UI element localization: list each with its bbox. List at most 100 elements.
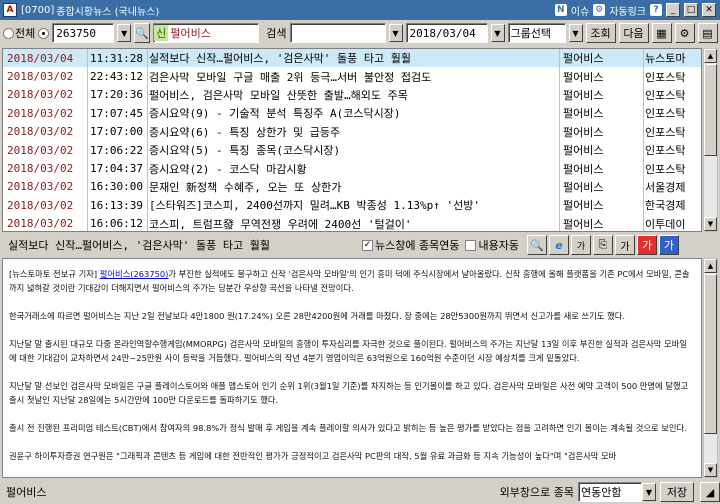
news-row[interactable]: 2018/03/02 22:43:12 검은사막 모바일 구글 매출 2위 등극… [3, 67, 701, 85]
article-paragraph: 한국거래소에 따르면 펄어비스는 지난 2일 전날보다 4만1800 원(17.… [9, 311, 625, 321]
news-n-icon[interactable]: N [554, 4, 567, 16]
article-paragraph: 지난달 말 선보인 검은사막 모바일은 구글 플레이스토어와 애플 앱스토어 인… [9, 381, 689, 405]
news-row[interactable]: 2018/03/02 17:06:22 증시요약(5) - 특징 종목(코스닥시… [3, 141, 701, 159]
save-button[interactable]: 저장 [660, 482, 694, 502]
news-stock: 펄어비스 [563, 107, 604, 121]
copy-icon[interactable]: ⎘ [592, 235, 613, 255]
news-row[interactable]: 2018/03/02 16:13:39 [스타워즈]코스피, 2400선까지 밀… [3, 196, 701, 214]
auto-link-icon[interactable]: ⚙ [593, 4, 606, 16]
news-row[interactable]: 2018/03/04 11:31:28 실적보다 신작…펄어비스, '검은사막'… [3, 49, 701, 68]
auto-content-check-icon[interactable] [465, 239, 477, 251]
stock-code-input[interactable]: 263750 [52, 23, 115, 43]
news-date: 2018/03/02 [7, 217, 74, 231]
link-mode-select[interactable]: 연동안함 [578, 482, 642, 502]
article-header: 실적보다 신작…펄어비스, '검은사막' 돌풍 타고 훨훨 ✓ 뉴스창에 종목연… [0, 234, 720, 256]
scroll-thumb[interactable] [704, 64, 717, 156]
scroll-thumb[interactable] [704, 274, 717, 434]
column-divider [147, 49, 148, 231]
date-input[interactable]: 2018/03/04 [405, 23, 488, 43]
radio-all-dot[interactable] [3, 27, 14, 39]
query-button[interactable]: 조회 [585, 23, 616, 43]
radio-single-dot[interactable] [38, 27, 50, 39]
news-headline[interactable]: [스타워즈]코스피, 2400선까지 밀려…KB 박종성 1.13%p↑ '선방… [147, 197, 559, 213]
news-headline[interactable]: 코스피, 트럼프發 무역전쟁 우려에 2400선 '털걸이' [147, 216, 559, 231]
link-stock-label: 뉴스창에 종목연동 [375, 239, 460, 252]
font-larger-icon[interactable]: 가 [636, 235, 657, 255]
issue-label[interactable]: 이슈 [571, 3, 589, 18]
search-icon[interactable]: 🔍 [526, 235, 547, 255]
group-select[interactable]: 그룹선택 [507, 23, 566, 43]
news-headline[interactable]: 실적보다 신작…펄어비스, '검은사막' 돌풍 타고 훨훨 [147, 50, 559, 66]
group-dropdown-icon[interactable]: ▼ [568, 24, 583, 42]
close-button[interactable]: ✕ [702, 3, 716, 17]
article-paragraph: 출시 전 진행된 프리미엄 테스트(CBT)에서 참여자의 98.8%가 정식 … [9, 423, 687, 433]
stock-name-field[interactable]: 신 펄어비스 [153, 23, 260, 43]
news-headline[interactable]: 펄어비스, 검은사막 모바일 산뜻한 출발…해외도 주목 [147, 87, 559, 103]
news-row[interactable]: 2018/03/02 17:20:36 펄어비스, 검은사막 모바일 산뜻한 출… [3, 86, 701, 104]
news-list[interactable]: 2018/03/04 11:31:28 실적보다 신작…펄어비스, '검은사막'… [2, 48, 702, 232]
search-icon[interactable]: 🔍 [134, 23, 151, 43]
stock-link[interactable]: 펄어비스(263750) [100, 269, 169, 279]
next-button[interactable]: 다음 [618, 23, 649, 43]
minimize-button[interactable]: _ [666, 3, 680, 17]
news-row[interactable]: 2018/03/02 17:04:37 증시요약(2) - 코스닥 마감시황 펄… [3, 159, 701, 177]
news-row[interactable]: 2018/03/02 16:30:00 문재인 新정책 수혜주, 오는 또 상한… [3, 178, 701, 196]
news-time: 16:06:12 [90, 217, 143, 231]
search-dropdown-icon[interactable]: ▼ [388, 24, 403, 42]
news-headline[interactable]: 증시요약(5) - 특징 종목(코스닥시장) [147, 142, 559, 158]
news-source: 인포스탁 [645, 144, 686, 158]
article-paragraph: 권윤구 하이투자증권 연구원은 "그래픽과 콘텐츠 등 게임에 대한 전반적인 … [9, 451, 617, 461]
link-stock-check-icon[interactable]: ✓ [362, 239, 373, 251]
news-row[interactable]: 2018/03/02 16:06:12 코스피, 트럼프發 무역전쟁 우려에 2… [3, 215, 701, 231]
news-date: 2018/03/02 [7, 162, 74, 176]
news-time: 17:07:45 [90, 106, 143, 120]
auto-content-checkbox[interactable]: 내용자동 [465, 237, 519, 253]
news-stock: 펄어비스 [563, 70, 604, 84]
news-row[interactable]: 2018/03/02 17:07:45 증시요약(9) - 기술적 분석 특징주… [3, 104, 701, 122]
article-paragraph: 지난달 말 출시된 대규모 다중 온라인역할수행게임(MMORPG) 검은사막 … [9, 339, 687, 363]
news-time: 17:06:22 [90, 143, 143, 157]
link-stock-checkbox[interactable]: ✓ 뉴스창에 종목연동 [362, 237, 459, 253]
ie-icon[interactable]: e [548, 235, 569, 255]
font-size-icon[interactable]: 가 [570, 235, 591, 255]
link-mode-dropdown-icon[interactable]: ▼ [642, 483, 656, 501]
news-headline[interactable]: 검은사막 모바일 구글 매출 2위 등극…서버 불안정 접검도 [147, 69, 559, 85]
news-headline[interactable]: 문재인 新정책 수혜주, 오는 또 상한가 [147, 179, 559, 195]
article-paragraph: [뉴스토마토 전보규 기자] 펄어비스(263750)가 부진한 실적에도 불구… [9, 267, 693, 295]
news-source: 서울경제 [645, 180, 686, 194]
scroll-up-icon[interactable]: ▲ [704, 49, 717, 63]
screen-icon[interactable]: ▦ [651, 23, 672, 43]
news-date: 2018/03/02 [7, 88, 74, 102]
font-smaller-icon[interactable]: 가 [658, 235, 679, 255]
news-date: 2018/03/02 [7, 106, 74, 120]
scroll-down-icon[interactable]: ▼ [704, 217, 717, 231]
news-headline[interactable]: 증시요약(6) - 특징 상한가 및 급등주 [147, 124, 559, 140]
scroll-down-icon[interactable]: ▼ [704, 463, 717, 477]
font-icon[interactable]: 가 [614, 235, 635, 255]
search-input[interactable] [289, 23, 386, 43]
auto-link-label[interactable]: 자동링크 [609, 3, 646, 18]
save-icon[interactable]: ▤ [697, 23, 718, 43]
news-source: 인포스탁 [645, 88, 686, 102]
stock-code-dropdown-icon[interactable]: ▼ [117, 24, 132, 42]
news-list-scrollbar[interactable]: ▲ ▼ [703, 48, 718, 232]
article-title: 실적보다 신작…펄어비스, '검은사막' 돌풍 타고 훨훨 [8, 239, 271, 252]
news-headline[interactable]: 증시요약(9) - 기술적 분석 특징주 A(코스닥시장) [147, 105, 559, 121]
news-stock: 펄어비스 [563, 217, 604, 231]
news-row[interactable]: 2018/03/02 17:07:00 증시요약(6) - 특징 상한가 및 급… [3, 123, 701, 141]
article-scrollbar[interactable]: ▲ ▼ [703, 258, 718, 478]
news-time: 16:13:39 [90, 198, 143, 212]
article-body: [뉴스토마토 전보규 기자] 펄어비스(263750)가 부진한 실적에도 불구… [2, 258, 702, 478]
news-time: 22:43:12 [90, 70, 143, 84]
gear-icon[interactable]: ⚙ [674, 23, 695, 43]
news-headline[interactable]: 증시요약(2) - 코스닥 마감시황 [147, 161, 559, 177]
maximize-button[interactable]: □ [684, 3, 698, 17]
help-icon[interactable]: ? [650, 4, 662, 16]
radio-all[interactable]: 전체 [3, 25, 35, 41]
news-source: 인포스탁 [645, 162, 686, 176]
date-dropdown-icon[interactable]: ▼ [490, 24, 505, 42]
scroll-up-icon[interactable]: ▲ [704, 259, 717, 273]
resize-grip-icon[interactable]: ◢ [700, 482, 720, 502]
radio-single[interactable] [38, 27, 50, 39]
radio-all-label: 전체 [15, 27, 36, 40]
